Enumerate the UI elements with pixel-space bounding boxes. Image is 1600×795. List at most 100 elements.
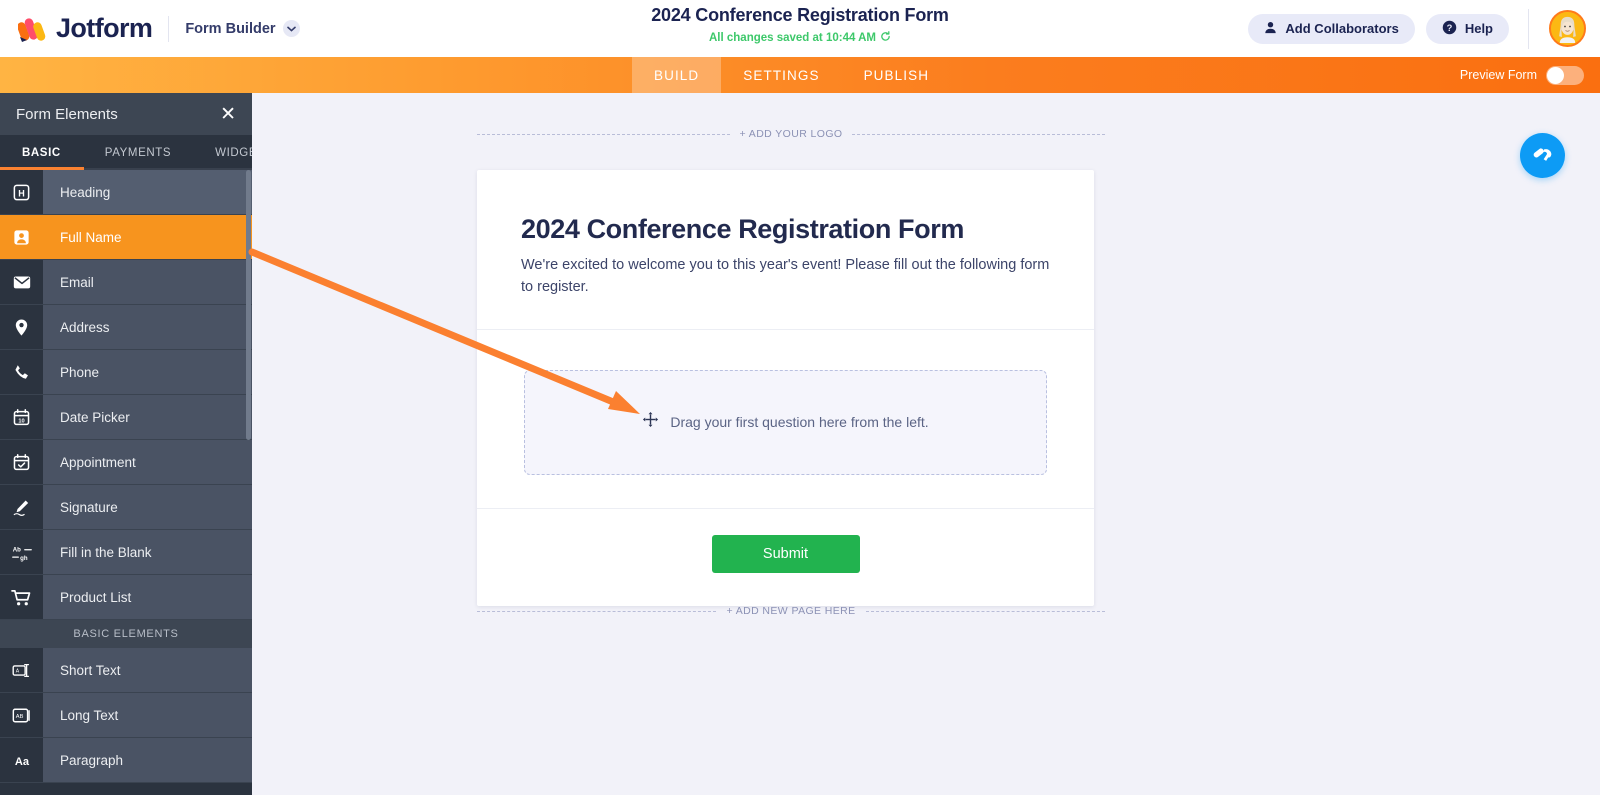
- add-logo-row[interactable]: + ADD YOUR LOGO: [477, 128, 1105, 140]
- sidebar-item-label: Date Picker: [43, 395, 252, 439]
- fill-blank-icon: Ab gh: [0, 530, 43, 574]
- sidebar-item-label: Address: [43, 305, 252, 349]
- sidebar-item-appointment[interactable]: Appointment: [0, 440, 252, 485]
- divider-right: [852, 133, 1105, 135]
- sidebar-tab-widgets[interactable]: WIDGETS: [193, 135, 252, 170]
- svg-text:10: 10: [18, 418, 24, 424]
- sidebar-item-label: Heading: [43, 170, 252, 214]
- calendar-check-icon: [0, 440, 43, 484]
- sidebar-item-full-name[interactable]: Full Name: [0, 215, 252, 260]
- divider-left: [477, 610, 717, 612]
- sidebar-scrollbar[interactable]: [246, 170, 251, 440]
- sidebar-item-label: Signature: [43, 485, 252, 529]
- paint-roller-icon: [1531, 143, 1554, 169]
- sidebar-tab-payments[interactable]: PAYMENTS: [83, 135, 193, 170]
- svg-text:Aa: Aa: [14, 756, 29, 768]
- sidebar-item-address[interactable]: Address: [0, 305, 252, 350]
- person-icon: [1264, 21, 1277, 37]
- form-builder-label: Form Builder: [185, 20, 276, 37]
- sidebar-item-label: Fill in the Blank: [43, 530, 252, 574]
- preview-form-control[interactable]: Preview Form: [1460, 57, 1584, 93]
- preview-form-toggle[interactable]: [1546, 65, 1584, 85]
- sidebar-item-label: Short Text: [43, 648, 252, 692]
- add-collaborators-button[interactable]: Add Collaborators: [1248, 13, 1415, 44]
- submit-button[interactable]: Submit: [711, 534, 860, 573]
- sidebar-item-email[interactable]: Email: [0, 260, 252, 305]
- sidebar-item-phone[interactable]: Phone: [0, 350, 252, 395]
- form-builder-menu[interactable]: Form Builder: [185, 20, 300, 37]
- close-icon[interactable]: ✕: [220, 105, 236, 124]
- svg-text:gh: gh: [20, 554, 28, 561]
- question-dropzone[interactable]: Drag your first question here from the l…: [524, 369, 1047, 475]
- navbar-tabs: BUILD SETTINGS PUBLISH: [632, 57, 951, 93]
- sidebar-element-list: H Heading Full Name Email Address Phone …: [0, 170, 252, 795]
- question-mark-icon: ?: [1442, 20, 1457, 38]
- short-text-icon: A: [0, 648, 43, 692]
- sidebar-item-label: Appointment: [43, 440, 252, 484]
- form-header-section[interactable]: 2024 Conference Registration Form We're …: [477, 170, 1094, 330]
- sidebar-header: Form Elements ✕: [0, 93, 252, 135]
- move-arrows-icon: [642, 411, 659, 433]
- add-logo-label[interactable]: + ADD YOUR LOGO: [740, 128, 843, 140]
- form-canvas: + ADD YOUR LOGO 2024 Conference Registra…: [252, 93, 1600, 795]
- header-left: Jotform Form Builder: [0, 13, 300, 44]
- tab-publish[interactable]: PUBLISH: [842, 57, 951, 93]
- phone-icon: [0, 350, 43, 394]
- header-divider: [168, 15, 170, 42]
- form-heading-title[interactable]: 2024 Conference Registration Form: [521, 214, 1050, 245]
- add-page-row[interactable]: + ADD NEW PAGE HERE: [477, 605, 1105, 617]
- help-button[interactable]: ? Help: [1425, 13, 1509, 44]
- shopping-cart-icon: [0, 575, 43, 619]
- divider-right: [865, 610, 1105, 612]
- avatar-container: [1528, 8, 1586, 49]
- form-footer-section: Submit: [477, 509, 1094, 606]
- signature-pen-icon: [0, 485, 43, 529]
- envelope-icon: [0, 260, 43, 304]
- dropzone-label: Drag your first question here from the l…: [670, 414, 929, 431]
- header-center: 2024 Conference Registration Form All ch…: [500, 5, 1100, 45]
- jotform-logo-icon[interactable]: [17, 15, 48, 43]
- add-collaborators-label: Add Collaborators: [1285, 21, 1399, 36]
- form-heading-description[interactable]: We're excited to welcome you to this yea…: [521, 254, 1050, 299]
- sidebar-item-long-text[interactable]: AB Long Text: [0, 693, 252, 738]
- svg-text:?: ?: [1446, 22, 1452, 32]
- sidebar-item-fill-in-the-blank[interactable]: Ab gh Fill in the Blank: [0, 530, 252, 575]
- svg-text:AB: AB: [16, 713, 24, 719]
- svg-text:H: H: [18, 188, 25, 198]
- preview-form-label: Preview Form: [1459, 68, 1537, 82]
- sidebar-tab-basic[interactable]: BASIC: [0, 135, 83, 170]
- paragraph-aa-icon: Aa: [0, 738, 43, 782]
- tab-settings[interactable]: SETTINGS: [721, 57, 841, 93]
- map-pin-icon: [0, 305, 43, 349]
- sidebar-item-heading[interactable]: H Heading: [0, 170, 252, 215]
- sidebar-item-label: Phone: [43, 350, 252, 394]
- jotform-form-builder-app: Jotform Form Builder 2024 Conference Reg…: [0, 0, 1600, 795]
- long-text-icon: AB: [0, 693, 43, 737]
- page-title[interactable]: 2024 Conference Registration Form: [500, 5, 1100, 26]
- sidebar-title: Form Elements: [16, 105, 118, 123]
- tab-build[interactable]: BUILD: [632, 57, 722, 93]
- form-designer-button[interactable]: [1520, 133, 1565, 178]
- jotform-wordmark[interactable]: Jotform: [56, 13, 153, 44]
- header-right: Add Collaborators ? Help: [1248, 0, 1600, 57]
- add-new-page-label[interactable]: + ADD NEW PAGE HERE: [726, 605, 855, 617]
- sidebar-tabs: BASIC PAYMENTS WIDGETS: [0, 135, 252, 170]
- sidebar-item-date-picker[interactable]: 10 Date Picker: [0, 395, 252, 440]
- sidebar-item-product-list[interactable]: Product List: [0, 575, 252, 620]
- refresh-icon[interactable]: [880, 31, 891, 45]
- save-status: All changes saved at 10:44 AM: [500, 31, 1100, 45]
- heading-icon: H: [0, 170, 43, 214]
- svg-text:Ab: Ab: [12, 546, 20, 553]
- sidebar-item-paragraph[interactable]: Aa Paragraph: [0, 738, 252, 783]
- sidebar-item-label: Full Name: [43, 215, 252, 259]
- sidebar-item-short-text[interactable]: A Short Text: [0, 648, 252, 693]
- chevron-down-icon: [282, 20, 300, 37]
- svg-text:A: A: [15, 668, 19, 674]
- toggle-knob: [1547, 66, 1564, 84]
- sidebar-item-signature[interactable]: Signature: [0, 485, 252, 530]
- person-icon: [0, 215, 43, 259]
- form-elements-sidebar: Form Elements ✕ BASIC PAYMENTS WIDGETS H…: [0, 93, 252, 795]
- help-label: Help: [1464, 21, 1493, 36]
- sidebar-item-label: Email: [43, 260, 252, 304]
- avatar[interactable]: [1549, 10, 1586, 47]
